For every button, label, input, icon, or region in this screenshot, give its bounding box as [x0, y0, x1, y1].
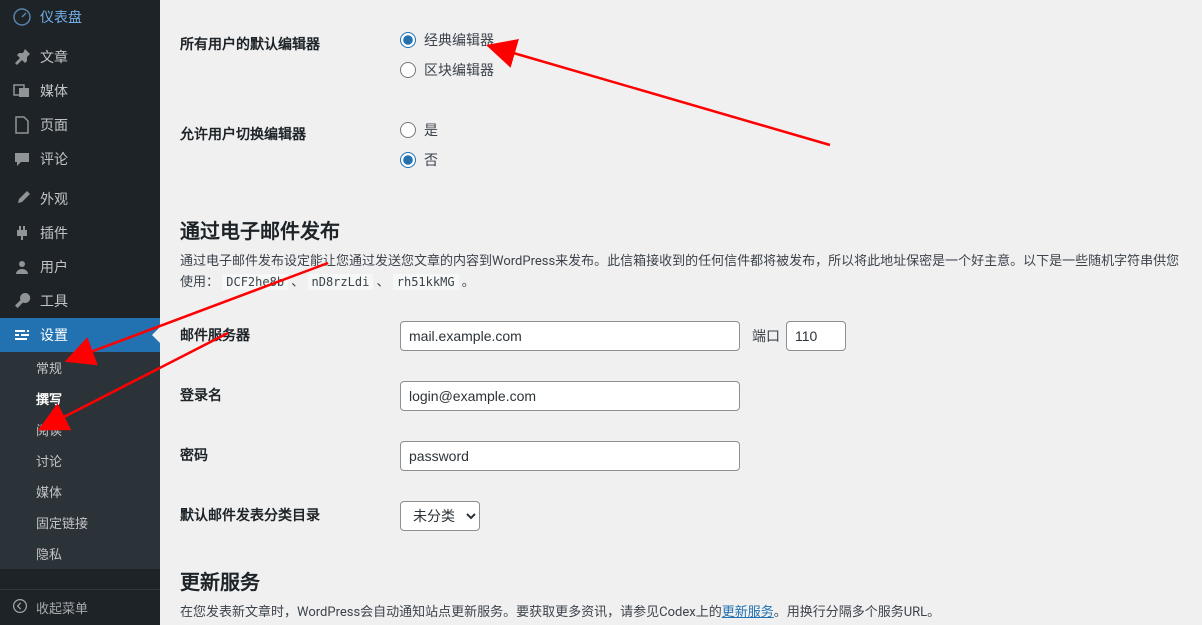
collapse-icon	[12, 598, 28, 618]
sidebar-item-users[interactable]: 用户	[0, 250, 160, 284]
row-default-category: 默认邮件发表分类目录 未分类	[180, 486, 1182, 546]
password-input[interactable]	[400, 441, 740, 471]
settings-content: 所有用户的默认编辑器 经典编辑器 区块编辑器 允许用户切换编辑器 是 否 通过	[160, 0, 1202, 625]
collapse-menu-button[interactable]: 收起菜单	[0, 589, 160, 625]
update-services-desc: 在您发表新文章时，WordPress会自动通知站点更新服务。要获取更多资讯，请参…	[180, 603, 1182, 624]
sidebar-item-pages[interactable]: 页面	[0, 108, 160, 142]
row-login: 登录名	[180, 366, 1182, 426]
default-editor-label: 所有用户的默认编辑器	[180, 30, 400, 90]
sidebar-item-comments[interactable]: 评论	[0, 142, 160, 176]
update-services-link[interactable]: 更新服务	[722, 605, 774, 620]
row-allow-switch: 允许用户切换编辑器 是 否	[180, 105, 1182, 195]
sidebar-item-tools[interactable]: 工具	[0, 284, 160, 318]
row-default-editor: 所有用户的默认编辑器 经典编辑器 区块编辑器	[180, 0, 1182, 105]
radio-classic-label: 经典编辑器	[424, 30, 494, 50]
settings-submenu: 常规 撰写 阅读 讨论 媒体 固定链接 隐私	[0, 352, 160, 569]
port-input[interactable]	[786, 321, 846, 351]
default-category-label: 默认邮件发表分类目录	[180, 501, 400, 531]
sidebar-item-label: 插件	[40, 223, 68, 243]
sidebar-item-media[interactable]: 媒体	[0, 74, 160, 108]
random-key-3: rh51kkMG	[393, 274, 459, 290]
brush-icon	[12, 189, 32, 209]
random-key-2: nD8rzLdi	[308, 274, 374, 290]
submenu-item-privacy[interactable]: 隐私	[0, 538, 160, 569]
plug-icon	[12, 223, 32, 243]
sidebar-item-appearance[interactable]: 外观	[0, 182, 160, 216]
row-password: 密码	[180, 426, 1182, 486]
mail-server-label: 邮件服务器	[180, 321, 400, 351]
submenu-item-general[interactable]: 常规	[0, 352, 160, 383]
sidebar-item-label: 文章	[40, 47, 68, 67]
password-label: 密码	[180, 441, 400, 471]
radio-classic-editor[interactable]: 经典编辑器	[400, 30, 1182, 50]
sidebar-item-label: 媒体	[40, 81, 68, 101]
sidebar-item-label: 评论	[40, 149, 68, 169]
radio-yes-label: 是	[424, 120, 438, 140]
radio-allow-no[interactable]: 否	[400, 150, 1182, 170]
radio-no-label: 否	[424, 150, 438, 170]
login-label: 登录名	[180, 381, 400, 411]
radio-allow-yes[interactable]: 是	[400, 120, 1182, 140]
submenu-item-discussion[interactable]: 讨论	[0, 445, 160, 476]
email-post-title: 通过电子邮件发布	[180, 215, 1182, 244]
wrench-icon	[12, 291, 32, 311]
row-mail-server: 邮件服务器 端口	[180, 306, 1182, 366]
sidebar-item-label: 仪表盘	[40, 7, 82, 27]
sidebar-item-dashboard[interactable]: 仪表盘	[0, 0, 160, 34]
sidebar-item-label: 工具	[40, 291, 68, 311]
sidebar-item-label: 用户	[40, 257, 68, 277]
sidebar-item-label: 外观	[40, 189, 68, 209]
media-icon	[12, 81, 32, 101]
sidebar-item-plugins[interactable]: 插件	[0, 216, 160, 250]
submenu-item-writing[interactable]: 撰写	[0, 383, 160, 414]
default-category-select[interactable]: 未分类	[400, 501, 480, 531]
collapse-label: 收起菜单	[36, 598, 88, 617]
admin-sidebar: 仪表盘 文章 媒体 页面 评论 外观 插件 用户 工具 设置 常规 撰写 阅读	[0, 0, 160, 625]
comment-icon	[12, 149, 32, 169]
radio-no-input[interactable]	[400, 152, 416, 168]
sidebar-item-posts[interactable]: 文章	[0, 40, 160, 74]
sliders-icon	[12, 325, 32, 345]
user-icon	[12, 257, 32, 277]
radio-block-input[interactable]	[400, 62, 416, 78]
mail-server-input[interactable]	[400, 321, 740, 351]
sidebar-item-label: 页面	[40, 115, 68, 135]
radio-classic-input[interactable]	[400, 32, 416, 48]
sidebar-item-settings[interactable]: 设置	[0, 318, 160, 352]
login-input[interactable]	[400, 381, 740, 411]
pin-icon	[12, 47, 32, 67]
radio-yes-input[interactable]	[400, 122, 416, 138]
update-services-title: 更新服务	[180, 566, 1182, 595]
random-key-1: DCF2he8b	[222, 274, 288, 290]
sidebar-item-label: 设置	[40, 325, 68, 345]
dashboard-icon	[12, 7, 32, 27]
submenu-item-reading[interactable]: 阅读	[0, 414, 160, 445]
radio-block-editor[interactable]: 区块编辑器	[400, 60, 1182, 80]
email-post-desc: 通过电子邮件发布设定能让您通过发送您文章的内容到WordPress来发布。此信箱…	[180, 252, 1182, 294]
port-label: 端口	[752, 326, 780, 346]
radio-block-label: 区块编辑器	[424, 60, 494, 80]
submenu-item-permalinks[interactable]: 固定链接	[0, 507, 160, 538]
allow-switch-label: 允许用户切换编辑器	[180, 120, 400, 180]
page-icon	[12, 115, 32, 135]
submenu-item-media[interactable]: 媒体	[0, 476, 160, 507]
